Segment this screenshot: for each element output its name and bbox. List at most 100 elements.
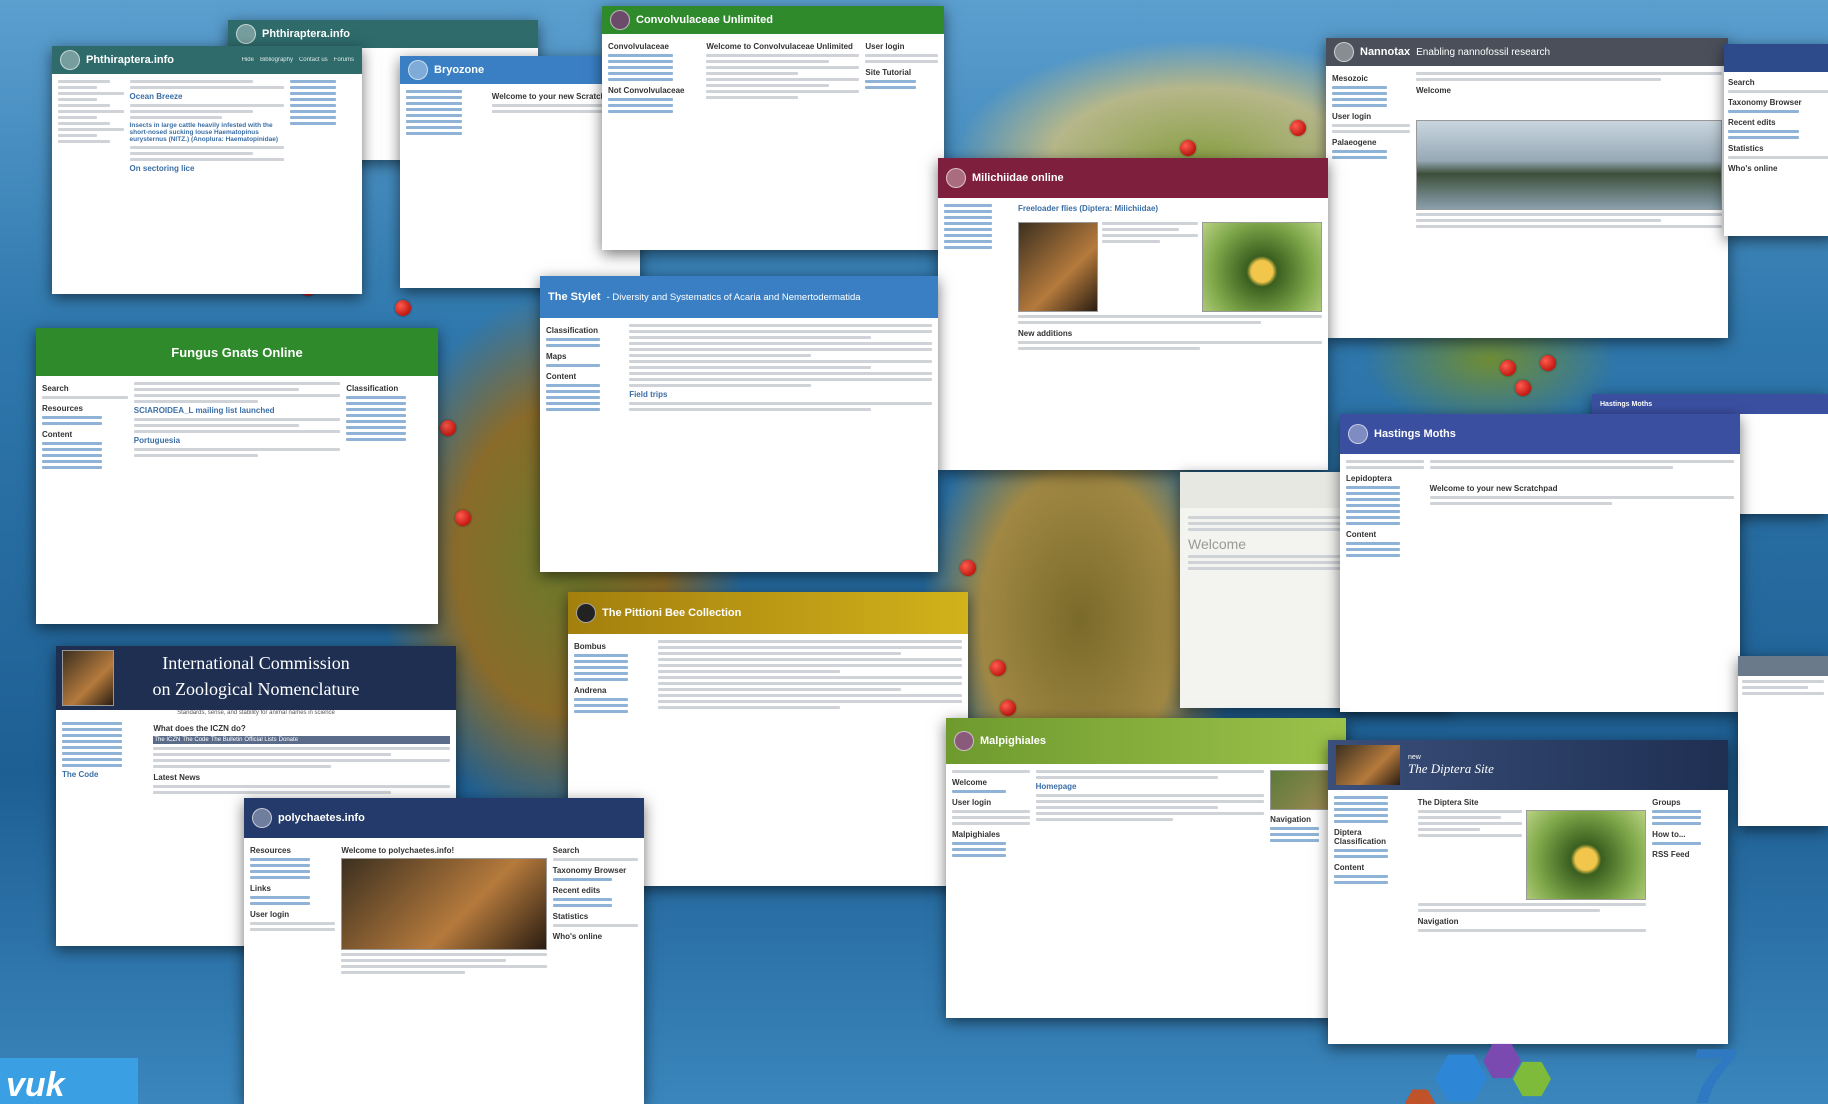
nannofossil-logo-icon [1334, 42, 1354, 62]
post-title[interactable]: Portuguesia [134, 436, 340, 445]
search-heading: Search [1728, 78, 1755, 87]
site-title: Hastings Moths [1374, 428, 1456, 440]
tab-bar: The ICZN The Code The Bulletin Official … [153, 736, 450, 744]
map-marker [1540, 355, 1556, 371]
map-marker [1500, 360, 1516, 376]
maps-heading: Maps [546, 352, 567, 361]
worm-logo-icon [252, 808, 272, 828]
nav-link[interactable]: Hide [242, 57, 254, 63]
map-marker [1290, 120, 1306, 136]
insect-photo [1202, 222, 1322, 312]
post-title[interactable]: Freeloader flies (Diptera: Milichiidae) [1018, 204, 1322, 213]
hexagon-icon [1513, 1061, 1551, 1097]
tutorial-heading: Site Tutorial [865, 68, 912, 77]
post-title: The Diptera Site [1417, 798, 1479, 807]
nav-link[interactable]: Contact us [299, 57, 328, 63]
site-title: Phthiraptera.info [86, 54, 175, 66]
login-heading: User login [250, 910, 290, 919]
welcome-heading: Welcome to Convolvulaceae Unlimited [706, 42, 853, 51]
nav-link[interactable]: Bibliography [260, 57, 293, 63]
fly-illustration [1336, 745, 1400, 785]
groups-heading: Groups [1652, 798, 1681, 807]
hexagon-icon [1483, 1043, 1521, 1079]
post-title[interactable]: Insects in large cattle heavily infested… [130, 122, 285, 143]
welcome-heading: Welcome to polychaetes.info! [341, 846, 455, 855]
recent-heading: Recent edits [552, 886, 601, 895]
map-marker [440, 420, 456, 436]
hexagon-icon [1405, 1089, 1435, 1104]
welcome-heading: Welcome [952, 778, 987, 787]
tab-donate[interactable]: Donate [279, 737, 298, 743]
site-title: polychaetes.info [278, 812, 365, 824]
post-title[interactable]: Field trips [629, 390, 932, 399]
online-heading: Who's online [1728, 164, 1778, 173]
sidebar-heading: Content [1334, 863, 1365, 872]
sidebar-heading: Not Convolvulaceae [608, 86, 685, 95]
online-heading: Who's online [552, 932, 603, 941]
howto-heading: How to... [1652, 830, 1686, 839]
hexagon-icon [1435, 1054, 1487, 1102]
post-title[interactable]: On sectoring lice [130, 164, 285, 173]
site-card-milichiidae[interactable]: Milichiidae online Freeloader flies (Dip… [938, 158, 1328, 470]
classification-heading: Classification [546, 326, 599, 335]
site-card-fungus-gnats[interactable]: Fungus Gnats Online Search Resources Con… [36, 328, 438, 624]
map-marker [1000, 700, 1016, 716]
tab-code[interactable]: The Code [182, 737, 208, 743]
site-title: Malpighiales [980, 735, 1047, 747]
seven-logo-icon: 7 [1690, 1032, 1734, 1104]
site-title: Milichiidae online [972, 172, 1064, 184]
site-card-right-edge[interactable]: Search Taxonomy Browser Recent edits Sta… [1724, 44, 1828, 236]
sidebar-heading: Mesozoic [1332, 74, 1369, 83]
section-heading: Latest News [153, 773, 201, 782]
post-title[interactable]: Ocean Breeze [130, 92, 285, 101]
moth-logo-icon [1348, 424, 1368, 444]
site-title: Hastings Moths [1600, 400, 1653, 408]
site-card-right-edge-lower[interactable] [1738, 656, 1828, 826]
resources-heading: Resources [42, 404, 83, 413]
site-card-nannotax[interactable]: Nannotax Enabling nannofossil research M… [1326, 38, 1728, 338]
site-card-phthiraptera[interactable]: Phthiraptera.info Hide Bibliography Cont… [52, 46, 362, 294]
login-heading: User login [1332, 112, 1372, 121]
site-card-diptera[interactable]: new The Diptera Site Diptera Classificat… [1328, 740, 1728, 1044]
tab-lists[interactable]: Official Lists [244, 737, 276, 743]
recent-heading: Recent edits [1728, 118, 1776, 127]
stats-heading: Statistics [1728, 144, 1764, 153]
site-title: Convolvulaceae Unlimited [636, 14, 773, 26]
brand-logo: vuk [0, 1058, 138, 1104]
site-title-line1: International Commission [162, 653, 350, 673]
login-heading: User login [952, 798, 992, 807]
homepage-link[interactable]: Homepage [1036, 782, 1265, 791]
news-title[interactable]: SCIAROIDEA_L mailing list launched [134, 406, 340, 415]
site-card-malpighiales[interactable]: Malpighiales Welcome User login Malpighi… [946, 718, 1346, 1018]
login-heading: User login [865, 42, 905, 51]
sidebar [58, 80, 124, 288]
search-heading: Search [42, 384, 69, 393]
tab-bulletin[interactable]: The Bulletin [211, 737, 243, 743]
main-content: Ocean Breeze Insects in large cattle hea… [129, 80, 285, 288]
classification-heading: Classification [346, 384, 399, 393]
sidebar-right [290, 80, 356, 288]
welcome-heading: Welcome [1416, 86, 1451, 95]
flower-logo-icon [954, 731, 974, 751]
nav-link[interactable]: Forums [334, 57, 354, 63]
site-card-convolvulaceae[interactable]: Convolvulaceae Unlimited Convolvulaceae … [602, 6, 944, 250]
map-marker [455, 510, 471, 526]
hoverfly-photo [1526, 810, 1647, 900]
tab-iczn[interactable]: The ICZN [154, 737, 180, 743]
brand-small: new [1408, 753, 1421, 761]
sidebar-link[interactable]: The Code [62, 770, 147, 779]
links-heading: Links [250, 884, 271, 893]
map-marker [1515, 380, 1531, 396]
sidebar-heading: Malpighiales [952, 830, 1001, 839]
site-title: The Diptera Site [1408, 760, 1494, 776]
hexagon-logo-cluster [1395, 1040, 1585, 1104]
sidebar-heading: Diptera Classification [1334, 828, 1387, 846]
site-card-polychaetes[interactable]: polychaetes.info Resources Links User lo… [244, 798, 644, 1104]
site-title-line2: on Zoological Nomenclature [152, 679, 360, 699]
site-card-stylet[interactable]: The Stylet - Diversity and Systematics o… [540, 276, 938, 572]
site-card-hastings-moths[interactable]: Hastings Moths Lepidoptera Content Welco… [1340, 414, 1740, 712]
section-heading: New additions [1018, 329, 1073, 338]
taxonomy-heading: Taxonomy Browser [1728, 98, 1802, 107]
site-tagline: - Diversity and Systematics of Acaria an… [606, 291, 861, 303]
navigation-heading: Navigation [1417, 917, 1459, 926]
